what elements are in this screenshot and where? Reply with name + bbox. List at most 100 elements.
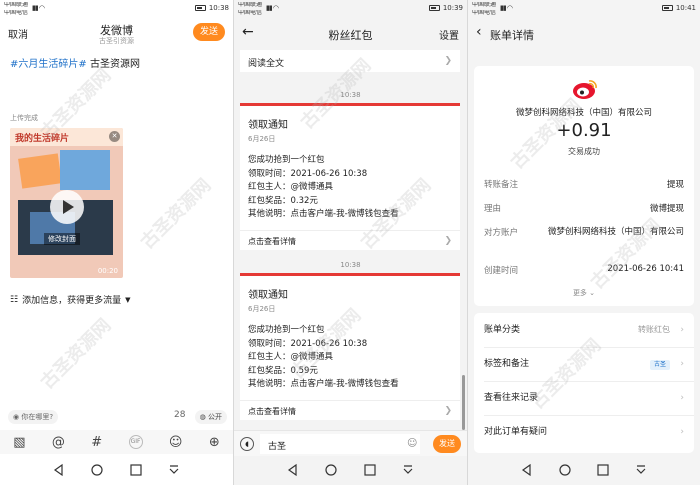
read-all-link[interactable]: 阅读全文 ❯ [240,50,460,72]
gif-icon[interactable]: GIF [128,435,143,449]
detail-value: 2021-06-26 10:41 [607,264,684,274]
play-icon[interactable] [50,190,84,224]
option-row-tags[interactable]: 标签和备注 古圣 › [484,349,684,379]
detail-key: 创建时间 [484,266,519,276]
notice-body: 您成功抢到一个红包 领取时间：2021-06-26 10:38 红包主人：@微博… [248,324,399,392]
hashtag-icon[interactable]: # [91,435,102,450]
chevron-right-icon: › [680,427,684,437]
send-button[interactable]: 发送 [193,23,225,41]
edit-cover-button[interactable]: 修改封面 [44,233,80,245]
close-icon[interactable]: ✕ [109,131,120,142]
detail-key: 理由 [484,204,502,214]
chevron-right-icon: › [680,325,684,335]
recent-nav-icon[interactable] [596,463,610,477]
status-time: 10:38 [208,4,229,12]
option-row-history[interactable]: 查看往来记录 › [484,383,684,413]
bill-header: ‹ 账单详情 [468,18,700,48]
chevron-right-icon: ❯ [444,56,452,66]
notice-line: 领取时间：2021-06-26 10:38 [248,338,368,349]
post-body: 古圣资源网 [86,59,140,70]
notice-line: 红包主人：@微博通具 [248,352,334,362]
notice-card[interactable]: 领取通知 6月26日 您成功抢到一个红包 领取时间：2021-06-26 10:… [240,273,460,420]
globe-icon: ◍ [199,413,206,421]
notice-date: 6月26日 [248,305,276,313]
notice-title: 领取通知 [248,120,288,131]
redpacket-screen: 中国联通 中国电信 ▮▮ ◠ 10:39 ← 粉丝红包 设置 阅读全文 ❯ 10… [234,0,467,485]
voice-icon[interactable]: ◖ [240,437,254,451]
view-details-link[interactable]: 点击查看详情 ❯ [240,400,460,420]
compose-screen: 中国联通 中国电信 ▮▮ ◠ 10:38 取消 发微博 古圣引资源 发送 #六月… [0,0,233,485]
carrier-label: 中国电信 [472,10,497,16]
home-nav-icon[interactable] [558,463,572,477]
nav-bar [234,455,467,485]
notice-body: 您成功抢到一个红包 领取时间：2021-06-26 10:38 红包主人：@微博… [248,154,399,222]
location-label: 你在哪里? [21,413,54,421]
status-bar: 中国联通 中国电信 ▮▮ ◠ 10:39 [234,0,467,16]
location-button[interactable]: ◉ 你在哪里? [8,410,59,424]
location-icon: ◉ [13,413,20,421]
visibility-button[interactable]: ◍ 公开 [194,410,227,424]
emoji-icon[interactable]: ☺ [169,435,183,450]
notice-line: 其他说明：点击客户端-我-微博钱包查看 [248,379,399,389]
chevron-right-icon: ❯ [444,406,452,416]
notice-card[interactable]: 领取通知 6月26日 您成功抢到一个红包 领取时间：2021-06-26 10:… [240,103,460,250]
video-thumbnail[interactable]: 我的生活碎片 ✕ 修改封面 00:20 [10,128,123,278]
home-nav-icon[interactable] [90,463,104,477]
carrier-label: 中国联通 [472,2,497,8]
mention-icon[interactable]: @ [52,435,65,450]
image-icon[interactable]: ▧ [13,435,25,450]
tag-badge: 古圣 [649,360,670,370]
signal-icon: ▮▮ ◠ [32,4,45,12]
back-nav-icon[interactable] [286,463,300,477]
redpacket-header: ← 粉丝红包 设置 [234,18,467,48]
chevron-right-icon: › [680,393,684,403]
notification-nav-icon[interactable] [167,463,181,477]
detail-value: 提现 [666,180,684,190]
option-row-question[interactable]: 对此订单有疑问 › [484,417,684,447]
amount: +0.91 [556,120,612,141]
bill-options-card: 账单分类 转账红包 › 标签和备注 古圣 › 查看往来记录 › 对此订单有疑问 › [474,313,694,453]
nav-bar [468,455,700,485]
notification-nav-icon[interactable] [401,463,415,477]
option-row-category[interactable]: 账单分类 转账红包 › [484,315,684,345]
back-nav-icon[interactable] [520,463,534,477]
back-chevron-icon[interactable]: ‹ [476,24,482,40]
thumb-decor [60,150,110,190]
post-text[interactable]: #六月生活碎片# 古圣资源网 [10,55,140,70]
add-info-label: 添加信息，获得更多流量 [22,296,122,306]
separator [484,347,694,348]
read-all-label: 阅读全文 [248,59,285,69]
notification-nav-icon[interactable] [634,463,648,477]
add-info-row[interactable]: ☷ 添加信息，获得更多流量 ▼ [10,293,130,307]
back-nav-icon[interactable] [52,463,66,477]
home-nav-icon[interactable] [324,463,338,477]
carrier-label: 中国电信 [238,10,263,16]
add-icon[interactable]: ⊕ [209,435,220,450]
char-count: 28 [174,410,186,420]
separator [484,415,694,416]
send-button[interactable]: 发送 [433,435,461,453]
chevron-right-icon: › [680,359,684,369]
emoji-icon[interactable]: ☺ [407,438,417,449]
view-details-link[interactable]: 点击查看详情 ❯ [240,230,460,250]
page-title: 账单详情 [490,29,534,42]
recent-nav-icon[interactable] [129,463,143,477]
more-toggle[interactable]: 更多 ⌄ [474,288,694,298]
settings-button[interactable]: 设置 [439,27,459,42]
edit-list-icon: ☷ [10,294,19,305]
hashtag[interactable]: #六月生活碎片# [10,59,87,70]
detail-row: 对方账户 微梦创科网络科技（中国）有限公司 [484,226,684,252]
option-label: 账单分类 [484,325,521,335]
battery-icon [428,5,440,11]
nav-bar [0,455,233,485]
message-input[interactable]: 古圣 [260,434,420,454]
notice-line: 您成功抢到一个红包 [248,155,325,165]
bill-screen: 中国联通 中国电信 ▮▮ ◠ 10:41 ‹ 账单详情 微梦创科网络科技（中国）… [468,0,700,485]
chevron-down-icon: ⌄ [589,289,596,297]
merchant-name: 微梦创科网络科技（中国）有限公司 [515,108,652,118]
scrollbar[interactable] [462,375,465,430]
more-label: 更多 [572,289,587,297]
recent-nav-icon[interactable] [363,463,377,477]
notice-line: 领取时间：2021-06-26 10:38 [248,168,368,179]
weibo-logo-icon [573,80,597,99]
